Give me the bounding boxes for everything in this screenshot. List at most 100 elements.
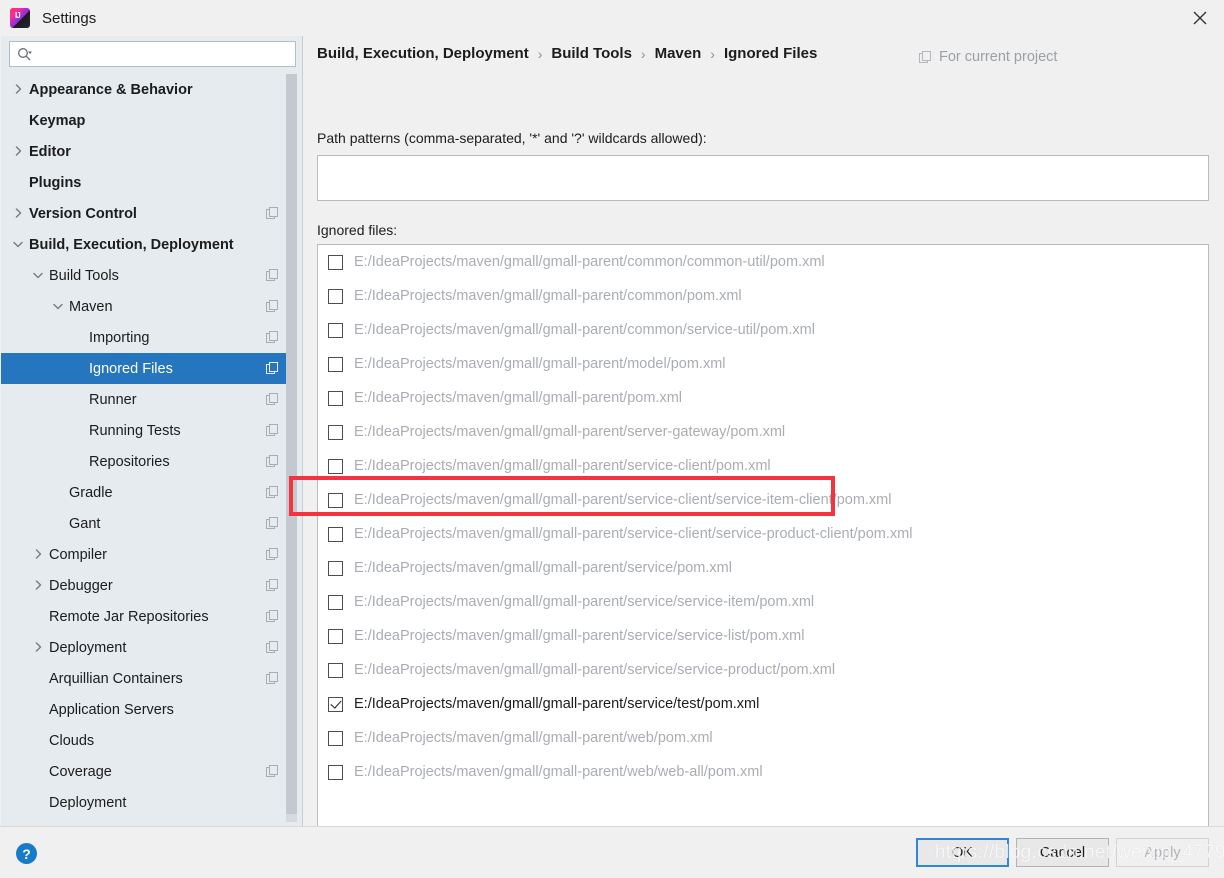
checkbox-unchecked-icon[interactable] — [328, 662, 343, 678]
copy-icon — [266, 362, 279, 375]
ignored-file-row[interactable]: E:/IdeaProjects/maven/gmall/gmall-parent… — [318, 415, 1208, 449]
copy-icon — [266, 548, 279, 561]
sidebar-item-arquillian-containers[interactable]: Arquillian Containers — [1, 663, 289, 694]
ignored-file-row[interactable]: E:/IdeaProjects/maven/gmall/gmall-parent… — [318, 619, 1208, 653]
ignored-file-row[interactable]: E:/IdeaProjects/maven/gmall/gmall-parent… — [318, 483, 1208, 517]
ignored-file-row[interactable]: E:/IdeaProjects/maven/gmall/gmall-parent… — [318, 687, 1208, 721]
ignored-file-row[interactable]: E:/IdeaProjects/maven/gmall/gmall-parent… — [318, 551, 1208, 585]
checkbox-unchecked-icon[interactable] — [328, 628, 343, 644]
ignored-file-row[interactable]: E:/IdeaProjects/maven/gmall/gmall-parent… — [318, 585, 1208, 619]
sidebar-item-label: Build Tools — [49, 267, 119, 284]
sidebar-item-ignored-files[interactable]: Ignored Files — [1, 353, 289, 384]
ignored-file-path: E:/IdeaProjects/maven/gmall/gmall-parent… — [354, 492, 892, 508]
breadcrumb-separator: › — [710, 45, 715, 62]
checkbox-unchecked-icon[interactable] — [328, 356, 343, 372]
close-icon[interactable] — [1176, 0, 1224, 36]
checkbox-unchecked-icon[interactable] — [328, 526, 343, 542]
breadcrumb-item[interactable]: Build, Execution, Deployment — [317, 45, 529, 62]
breadcrumb-item[interactable]: Maven — [655, 45, 702, 62]
checkbox-unchecked-icon[interactable] — [328, 458, 343, 474]
ok-button[interactable]: OK — [916, 838, 1009, 867]
checkbox-unchecked-icon[interactable] — [328, 288, 343, 304]
chevron-right-icon[interactable] — [7, 84, 29, 95]
sidebar-item-label: Application Servers — [49, 701, 174, 718]
sidebar-item-keymap[interactable]: Keymap — [1, 105, 289, 136]
ignored-file-row[interactable]: E:/IdeaProjects/maven/gmall/gmall-parent… — [318, 313, 1208, 347]
sidebar-item-running-tests[interactable]: Running Tests — [1, 415, 289, 446]
sidebar-item-editor[interactable]: Editor — [1, 136, 289, 167]
path-patterns-label: Path patterns (comma-separated, '*' and … — [317, 130, 707, 146]
checkbox-unchecked-icon[interactable] — [328, 764, 343, 780]
sidebar-item-label: Gradle — [69, 484, 113, 501]
checkbox-checked-icon[interactable] — [328, 696, 343, 712]
sidebar-item-clouds[interactable]: Clouds — [1, 725, 289, 756]
breadcrumb: Build, Execution, Deployment › Build Tools… — [317, 45, 817, 62]
copy-icon — [266, 517, 279, 530]
ignored-file-row[interactable]: E:/IdeaProjects/maven/gmall/gmall-parent… — [318, 381, 1208, 415]
sidebar-scrollbar-thumb[interactable] — [286, 74, 297, 814]
sidebar-item-gradle[interactable]: Gradle — [1, 477, 289, 508]
sidebar-item-version-control[interactable]: Version Control — [1, 198, 289, 229]
chevron-down-icon[interactable] — [27, 270, 49, 281]
sidebar-item-gant[interactable]: Gant — [1, 508, 289, 539]
sidebar-item-label: Maven — [69, 298, 113, 315]
ignored-file-row[interactable]: E:/IdeaProjects/maven/gmall/gmall-parent… — [318, 721, 1208, 755]
chevron-down-icon[interactable] — [7, 239, 29, 250]
ignored-file-path: E:/IdeaProjects/maven/gmall/gmall-parent… — [354, 526, 913, 542]
help-button[interactable]: ? — [16, 843, 37, 864]
ignored-file-row[interactable]: E:/IdeaProjects/maven/gmall/gmall-parent… — [318, 755, 1208, 789]
sidebar-item-application-servers[interactable]: Application Servers — [1, 694, 289, 725]
sidebar-item-appearance-behavior[interactable]: Appearance & Behavior — [1, 74, 289, 105]
checkbox-unchecked-icon[interactable] — [328, 424, 343, 440]
sidebar-item-debugger[interactable]: Debugger — [1, 570, 289, 601]
breadcrumb-item[interactable]: Ignored Files — [724, 45, 817, 62]
ignored-file-path: E:/IdeaProjects/maven/gmall/gmall-parent… — [354, 458, 771, 474]
sidebar-item-label: Deployment — [49, 794, 127, 811]
copy-icon — [266, 269, 279, 282]
chevron-right-icon[interactable] — [27, 642, 49, 653]
sidebar-item-coverage[interactable]: Coverage — [1, 756, 289, 787]
chevron-right-icon[interactable] — [27, 580, 49, 591]
checkbox-unchecked-icon[interactable] — [328, 492, 343, 508]
breadcrumb-item[interactable]: Build Tools — [551, 45, 632, 62]
copy-icon — [266, 765, 279, 778]
ignored-file-path: E:/IdeaProjects/maven/gmall/gmall-parent… — [354, 730, 713, 746]
chevron-down-icon[interactable] — [47, 301, 69, 312]
cancel-button[interactable]: Cancel — [1016, 838, 1109, 867]
ignored-files-list[interactable]: E:/IdeaProjects/maven/gmall/gmall-parent… — [317, 244, 1209, 844]
checkbox-unchecked-icon[interactable] — [328, 322, 343, 338]
sidebar-item-maven[interactable]: Maven — [1, 291, 289, 322]
checkbox-unchecked-icon[interactable] — [328, 594, 343, 610]
ignored-file-row[interactable]: E:/IdeaProjects/maven/gmall/gmall-parent… — [318, 347, 1208, 381]
checkbox-unchecked-icon[interactable] — [328, 560, 343, 576]
ignored-file-path: E:/IdeaProjects/maven/gmall/gmall-parent… — [354, 696, 760, 712]
ignored-file-path: E:/IdeaProjects/maven/gmall/gmall-parent… — [354, 288, 742, 304]
path-patterns-input[interactable] — [317, 155, 1209, 201]
sidebar-scrollbar-track[interactable] — [286, 74, 297, 822]
ignored-file-row[interactable]: E:/IdeaProjects/maven/gmall/gmall-parent… — [318, 449, 1208, 483]
sidebar-item-build-execution-deployment[interactable]: Build, Execution, Deployment — [1, 229, 289, 260]
copy-icon — [266, 579, 279, 592]
chevron-right-icon[interactable] — [7, 146, 29, 157]
sidebar-item-importing[interactable]: Importing — [1, 322, 289, 353]
chevron-right-icon[interactable] — [7, 208, 29, 219]
sidebar-item-build-tools[interactable]: Build Tools — [1, 260, 289, 291]
ignored-file-row[interactable]: E:/IdeaProjects/maven/gmall/gmall-parent… — [318, 245, 1208, 279]
ignored-file-row[interactable]: E:/IdeaProjects/maven/gmall/gmall-parent… — [318, 653, 1208, 687]
sidebar-item-deployment[interactable]: Deployment — [1, 632, 289, 663]
sidebar-item-label: Repositories — [89, 453, 170, 470]
sidebar-item-repositories[interactable]: Repositories — [1, 446, 289, 477]
ignored-file-row[interactable]: E:/IdeaProjects/maven/gmall/gmall-parent… — [318, 517, 1208, 551]
checkbox-unchecked-icon[interactable] — [328, 390, 343, 406]
search-field[interactable] — [9, 41, 296, 67]
sidebar-item-compiler[interactable]: Compiler — [1, 539, 289, 570]
sidebar-item-deployment[interactable]: Deployment — [1, 787, 289, 818]
checkbox-unchecked-icon[interactable] — [328, 730, 343, 746]
checkbox-unchecked-icon[interactable] — [328, 254, 343, 270]
chevron-right-icon[interactable] — [27, 549, 49, 560]
sidebar-item-runner[interactable]: Runner — [1, 384, 289, 415]
search-input[interactable] — [36, 42, 295, 66]
ignored-file-row[interactable]: E:/IdeaProjects/maven/gmall/gmall-parent… — [318, 279, 1208, 313]
sidebar-item-plugins[interactable]: Plugins — [1, 167, 289, 198]
sidebar-item-remote-jar-repositories[interactable]: Remote Jar Repositories — [1, 601, 289, 632]
